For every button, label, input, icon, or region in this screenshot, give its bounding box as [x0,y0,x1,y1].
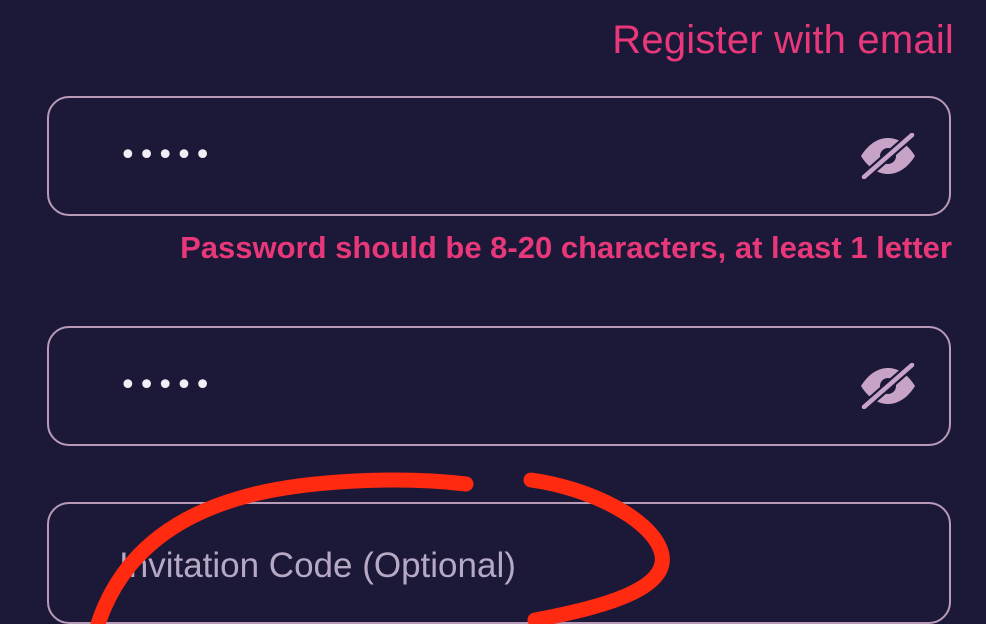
register-with-email-link[interactable]: Register with email [612,18,954,63]
password-field[interactable]: ••••• [47,96,951,216]
confirm-password-field[interactable]: ••••• [47,326,951,446]
password-hint: Password should be 8-20 characters, at l… [180,230,952,265]
eye-slash-icon[interactable] [857,363,919,409]
password-masked-value: ••••• [119,138,213,173]
confirm-password-masked-value: ••••• [119,368,213,403]
invitation-code-field[interactable] [47,502,951,624]
eye-slash-icon[interactable] [857,133,919,179]
invitation-code-input[interactable] [119,542,879,590]
